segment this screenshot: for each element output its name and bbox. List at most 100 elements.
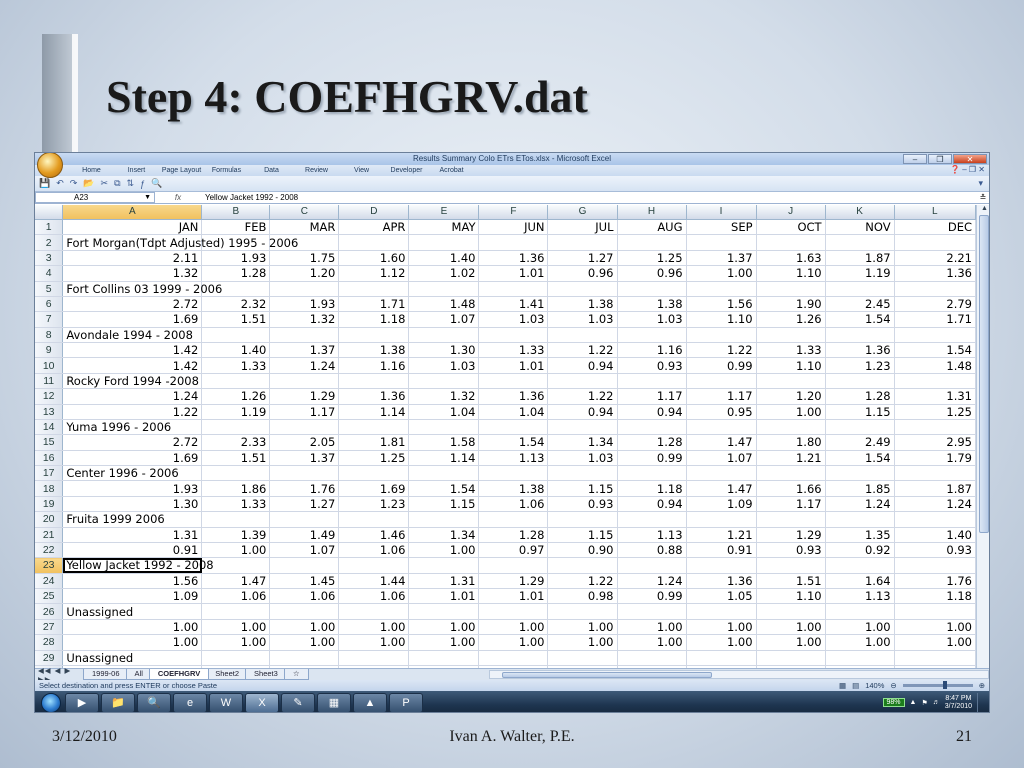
cell[interactable] [478, 419, 549, 436]
cell[interactable]: Unassigned [62, 603, 203, 620]
cell[interactable] [617, 234, 687, 251]
cell[interactable] [408, 603, 480, 620]
insert-sheet-icon[interactable]: ☆ [283, 669, 309, 680]
cell[interactable]: 2.49 [825, 434, 895, 451]
cell[interactable]: 1.00 [756, 634, 826, 651]
cell[interactable]: 2.21 [894, 250, 977, 267]
cell[interactable]: 1.00 [894, 619, 977, 636]
cell[interactable]: 2.05 [269, 434, 340, 451]
cell[interactable]: 1.06 [201, 588, 271, 605]
cell[interactable]: 1.32 [62, 265, 203, 282]
acrobat-icon[interactable]: ▲ [353, 692, 387, 712]
cell[interactable]: 1.28 [825, 388, 895, 405]
cell[interactable] [338, 603, 410, 620]
row-header[interactable]: 17 [35, 465, 64, 482]
cell[interactable]: 1.18 [617, 480, 687, 497]
cell[interactable]: Avondale 1994 - 2008 [62, 327, 203, 344]
cell[interactable]: 1.00 [894, 634, 977, 651]
cell[interactable]: 1.47 [686, 434, 757, 451]
cell[interactable]: 0.94 [617, 404, 687, 420]
cell[interactable]: 1.87 [894, 480, 977, 497]
select-all-corner[interactable] [35, 205, 64, 220]
cell[interactable]: 1.07 [408, 311, 480, 328]
cell[interactable] [894, 603, 977, 620]
cell[interactable]: 1.75 [269, 250, 340, 267]
cell[interactable]: 0.93 [617, 357, 687, 374]
cell[interactable] [686, 511, 757, 528]
cell[interactable] [894, 465, 977, 482]
cell[interactable]: 1.00 [269, 634, 340, 651]
cell[interactable] [338, 373, 410, 390]
close-icon[interactable]: ✕ [953, 154, 987, 164]
cell[interactable]: 0.99 [617, 450, 687, 467]
row-header[interactable]: 8 [35, 327, 64, 344]
cell[interactable]: 0.99 [617, 588, 687, 605]
row-header[interactable]: 10 [35, 357, 64, 374]
cell[interactable]: Rocky Ford 1994 -2008 [62, 373, 203, 390]
cell[interactable]: 1.13 [478, 450, 549, 467]
cell[interactable]: 1.42 [62, 342, 203, 359]
cell[interactable] [617, 465, 687, 482]
cell[interactable]: 1.37 [686, 250, 757, 267]
cell[interactable]: 1.00 [617, 634, 687, 651]
cell[interactable]: 1.03 [547, 450, 618, 467]
cell[interactable]: 1.04 [408, 404, 480, 420]
cell[interactable]: 1.56 [62, 573, 203, 590]
vertical-scroll-thumb[interactable] [979, 215, 989, 533]
cell[interactable]: AUG [617, 219, 687, 236]
cell[interactable]: 1.10 [686, 311, 757, 328]
cell[interactable]: 1.00 [338, 619, 410, 636]
row-header[interactable]: 28 [35, 634, 64, 651]
ribbon-tab[interactable]: Home [69, 167, 114, 174]
cell[interactable]: 1.00 [686, 265, 757, 282]
cell[interactable]: 1.00 [62, 634, 203, 651]
media-player-icon[interactable]: ▶ [65, 692, 99, 712]
cell[interactable]: 1.80 [756, 434, 826, 451]
column-header[interactable]: D [338, 205, 410, 220]
cell[interactable]: 1.00 [617, 619, 687, 636]
ribbon-tab[interactable]: Page Layout [159, 167, 204, 174]
row-header[interactable]: 26 [35, 603, 64, 620]
zoom-icon[interactable]: 🔍 [151, 178, 162, 189]
sheet-tab[interactable]: Sheet3 [245, 669, 287, 680]
cell[interactable]: 1.20 [269, 265, 340, 282]
cell[interactable]: APR [338, 219, 410, 236]
cell[interactable] [269, 557, 340, 574]
cell[interactable]: 1.93 [201, 250, 271, 267]
cell[interactable] [269, 281, 340, 297]
cell[interactable]: 1.03 [547, 311, 618, 328]
cell[interactable] [756, 557, 826, 574]
cell[interactable]: 1.36 [478, 250, 549, 267]
cell[interactable] [201, 511, 271, 528]
cell[interactable]: 1.93 [62, 480, 203, 497]
cell[interactable]: 1.51 [201, 450, 271, 467]
ribbon-tab[interactable]: View [339, 167, 384, 174]
cell[interactable]: 2.72 [62, 434, 203, 451]
cell[interactable] [269, 465, 340, 482]
cell[interactable] [478, 234, 549, 251]
cell[interactable] [201, 373, 271, 390]
cell[interactable] [478, 327, 549, 344]
cell[interactable] [825, 373, 895, 390]
cell[interactable] [269, 373, 340, 390]
formula-input[interactable]: Yellow Jacket 1992 - 2008 [201, 192, 977, 203]
cell[interactable]: 1.81 [338, 434, 410, 451]
cell[interactable]: 1.01 [408, 588, 480, 605]
cell[interactable]: 1.71 [338, 296, 410, 313]
cell[interactable]: 1.00 [547, 634, 618, 651]
cell[interactable]: 2.45 [825, 296, 895, 313]
cell[interactable]: 1.03 [408, 357, 480, 374]
cell[interactable]: MAR [269, 219, 340, 236]
cell[interactable]: 1.07 [686, 450, 757, 467]
column-header[interactable]: G [547, 205, 618, 220]
cell[interactable]: 1.36 [338, 388, 410, 405]
copy-icon[interactable]: ⧉ [114, 178, 120, 189]
cell[interactable]: 1.44 [338, 573, 410, 590]
cell[interactable]: 0.94 [547, 357, 618, 374]
cell[interactable] [686, 419, 757, 436]
cell[interactable]: 1.24 [617, 573, 687, 590]
cell[interactable] [269, 650, 340, 666]
cell[interactable]: 1.25 [894, 404, 977, 420]
cell[interactable]: 1.01 [478, 357, 549, 374]
ribbon-tab[interactable]: Insert [114, 167, 159, 174]
